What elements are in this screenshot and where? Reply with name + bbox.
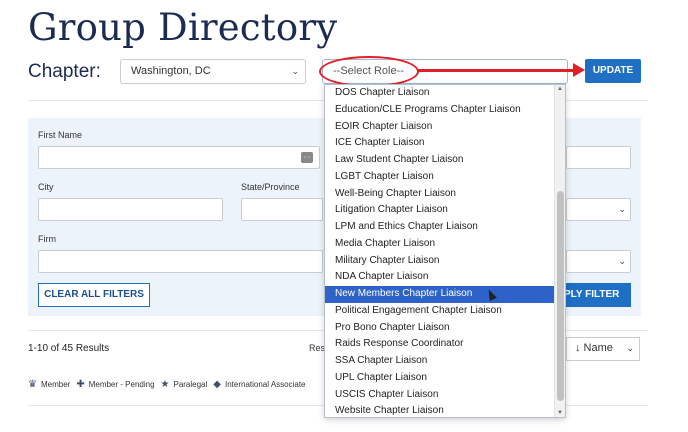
dropdown-option[interactable]: Website Chapter Liaison (325, 403, 556, 417)
dropdown-option[interactable]: USCIS Chapter Liaison (325, 387, 556, 404)
dropdown-option[interactable]: Raids Response Coordinator (325, 336, 556, 353)
dropdown-option[interactable]: LGBT Chapter Liaison (325, 169, 556, 186)
dropdown-option[interactable]: LPM and Ethics Chapter Liaison (325, 219, 556, 236)
dropdown-option-highlighted[interactable]: New Members Chapter Liaison (325, 286, 556, 303)
state-label: State/Province (241, 182, 300, 192)
country-select[interactable]: ⌄ (566, 198, 631, 221)
dropdown-option[interactable]: Education/CLE Programs Chapter Liaison (325, 102, 556, 119)
dropdown-option[interactable]: ICE Chapter Liaison (325, 135, 556, 152)
legend: ♛ Member ✚ Member - Pending ★ Paralegal ◆ In… (28, 379, 312, 390)
dropdown-option[interactable]: SSA Chapter Liaison (325, 353, 556, 370)
dropdown-option[interactable]: Media Chapter Liaison (325, 236, 556, 253)
dropdown-option[interactable]: Military Chapter Liaison (325, 253, 556, 270)
dropdown-option[interactable]: EOIR Chapter Liaison (325, 119, 556, 136)
chevron-down-icon: ⌄ (291, 66, 299, 76)
legend-label: Member - Pending (88, 380, 155, 389)
page-title: Group Directory (28, 6, 338, 49)
firm-input[interactable] (38, 250, 323, 273)
chapter-select-value: Washington, DC (131, 65, 211, 77)
legend-label: Paralegal (173, 380, 208, 389)
last-name-input[interactable] (566, 146, 631, 169)
chevron-down-icon: ⌄ (618, 204, 626, 214)
sort-select-value: ↓ Name (575, 342, 613, 354)
legend-item: ◆ International Associate (213, 379, 305, 390)
dropdown-option[interactable]: Law Student Chapter Liaison (325, 152, 556, 169)
legend-item: ✚ Member - Pending (76, 379, 154, 390)
dropdown-option[interactable]: NDA Chapter Liaison (325, 269, 556, 286)
dropdown-option[interactable]: Litigation Chapter Liaison (325, 202, 556, 219)
keyboard-icon[interactable]: ··· (301, 152, 313, 163)
role-dropdown-list[interactable]: DOS Chapter Liaison Education/CLE Progra… (324, 84, 566, 418)
city-input[interactable] (38, 198, 223, 221)
dropdown-option[interactable]: Political Engagement Chapter Liaison (325, 303, 556, 320)
diamond-icon: ◆ (213, 379, 221, 390)
clear-all-filters-button[interactable]: CLEAR ALL FILTERS (38, 283, 150, 307)
crown-icon: ♛ (28, 379, 37, 390)
first-name-label: First Name (38, 130, 83, 140)
legend-item: ★ Paralegal (161, 379, 208, 390)
legend-label: International Associate (225, 380, 306, 389)
scroll-down-arrow-icon[interactable]: ▼ (557, 410, 563, 416)
chapter-select[interactable]: Washington, DC ⌄ (120, 59, 306, 84)
dropdown-scrollbar[interactable]: ▲ ▼ (554, 85, 565, 417)
state-input[interactable] (241, 198, 323, 221)
scrollbar-thumb[interactable] (557, 191, 564, 401)
annotation-arrow-head (573, 63, 585, 77)
chapter-label: Chapter: (28, 61, 101, 82)
dropdown-option[interactable]: DOS Chapter Liaison (325, 85, 556, 102)
city-label: City (38, 182, 54, 192)
dropdown-option[interactable]: Pro Bono Chapter Liaison (325, 320, 556, 337)
dropdown-option[interactable]: Well-Being Chapter Liaison (325, 186, 556, 203)
results-count: 1-10 of 45 Results (28, 343, 110, 354)
legend-label: Member (40, 380, 71, 389)
chevron-down-icon: ⌄ (626, 343, 634, 353)
chevron-down-icon: ⌄ (618, 256, 626, 266)
star-icon: ★ (160, 379, 170, 390)
filter-select[interactable]: ⌄ (566, 250, 631, 273)
results-per-page-label: Res (309, 343, 326, 353)
dropdown-option[interactable]: UPL Chapter Liaison (325, 370, 556, 387)
scroll-up-arrow-icon[interactable]: ▲ (557, 86, 563, 92)
update-button[interactable]: UPDATE (585, 59, 641, 83)
firm-label: Firm (38, 234, 56, 244)
first-name-input[interactable]: ··· (38, 146, 320, 169)
plus-icon: ✚ (76, 379, 85, 390)
annotation-ellipse (319, 56, 419, 87)
sort-select[interactable]: ↓ Name ⌄ (566, 337, 640, 361)
annotation-arrow-line (418, 69, 576, 72)
legend-item: ♛ Member (28, 379, 70, 390)
